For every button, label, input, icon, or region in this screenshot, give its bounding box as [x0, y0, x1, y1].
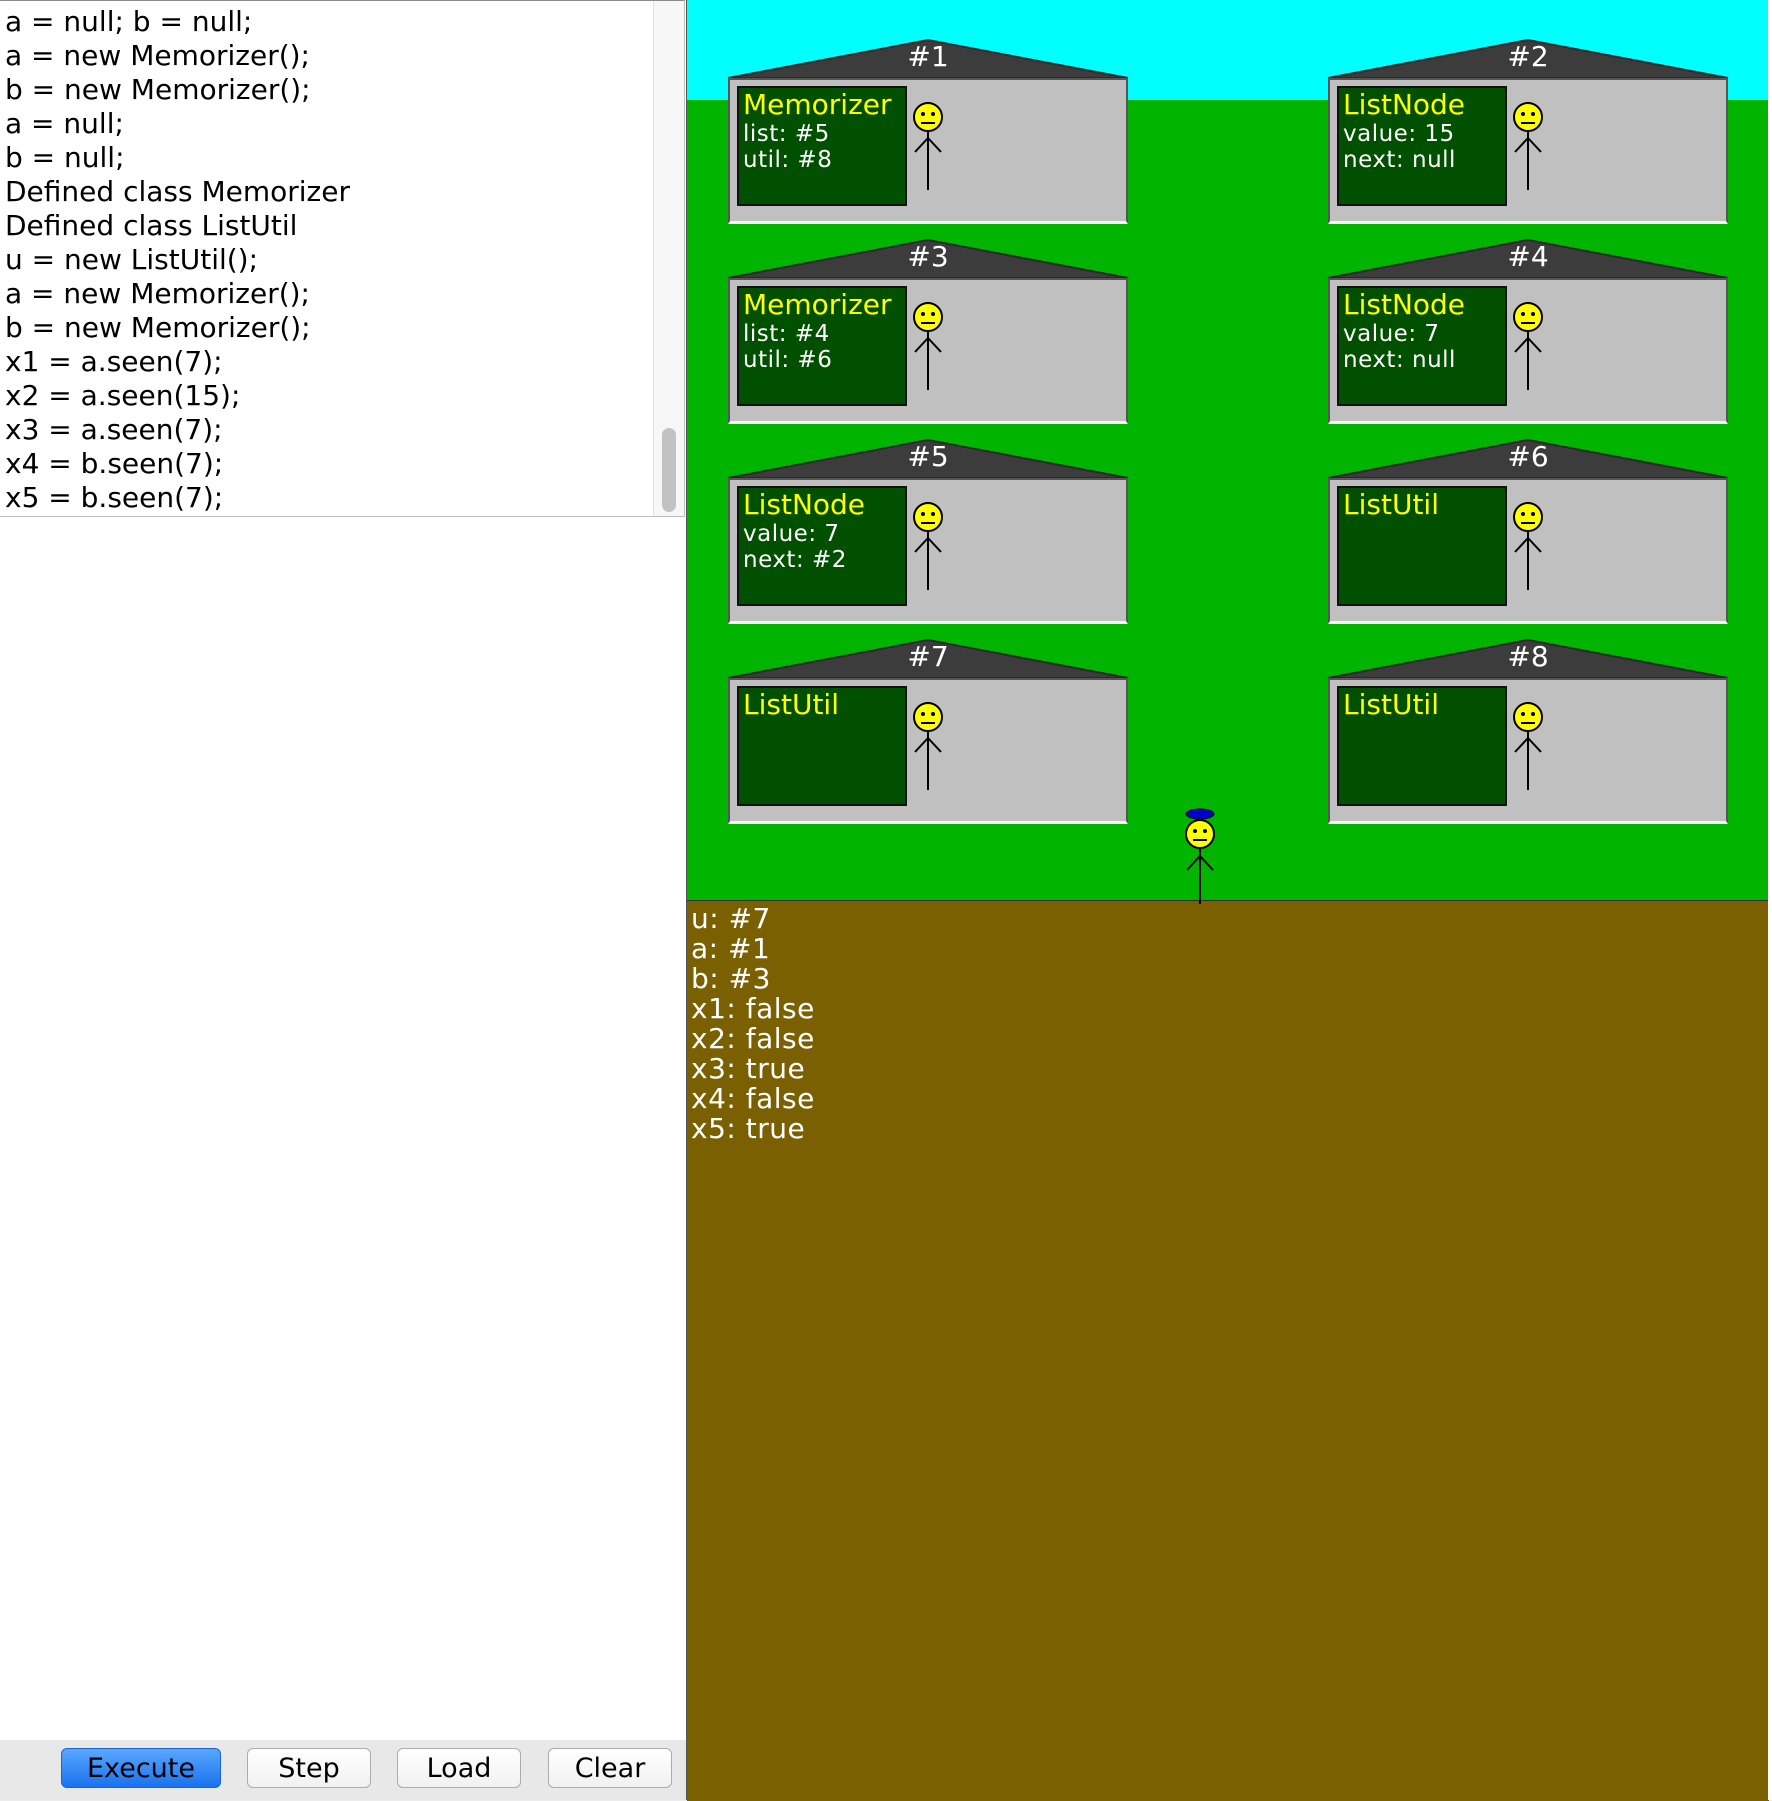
history-line: x2 = a.seen(15);: [5, 379, 241, 412]
object-field: util: #6: [743, 347, 833, 373]
object-house: #5 ListNode value: 7 next: #2: [726, 438, 1130, 628]
variable-entry: x2: false: [691, 1022, 815, 1055]
variable-entry: x5: true: [691, 1112, 806, 1145]
variable-entry: b: #3: [691, 962, 771, 995]
history-line: a = new Memorizer();: [5, 39, 310, 72]
object-class-name: Memorizer: [743, 288, 892, 321]
variable-list: u: #7 a: #1 b: #3 x1: false x2: false x3: tru…: [691, 904, 815, 1144]
variables-area: [687, 900, 1769, 1801]
object-board: ListNode value: 15 next: null: [1337, 86, 1507, 206]
load-button[interactable]: Load: [397, 1748, 521, 1788]
history-line: Defined class Memorizer: [5, 175, 350, 208]
object-class-name: ListNode: [743, 488, 866, 521]
object-board: ListUtil: [1337, 686, 1507, 806]
stick-figure-icon: [911, 100, 945, 190]
variable-entry: x3: true: [691, 1052, 806, 1085]
history-line: b = new Memorizer();: [5, 311, 311, 344]
object-field: next: null: [1343, 347, 1456, 373]
object-id-label: #2: [1507, 40, 1549, 73]
stick-figure-icon: [1511, 100, 1545, 190]
history-line: Defined class ListUtil: [5, 209, 298, 242]
object-field: list: #5: [743, 121, 830, 147]
object-board: Memorizer list: #4 util: #6: [737, 286, 907, 406]
object-class-name: ListUtil: [1343, 688, 1439, 721]
object-id-label: #5: [907, 440, 949, 473]
object-world: u: #7 a: #1 b: #3 x1: false x2: false x3: tru…: [686, 0, 1769, 1801]
object-field: next: null: [1343, 147, 1456, 173]
stick-figure-icon: [911, 500, 945, 590]
history-line: b = new Memorizer();: [5, 73, 311, 106]
object-house: #4 ListNode value: 7 next: null: [1326, 238, 1730, 428]
object-class-name: Memorizer: [743, 88, 892, 121]
execute-button[interactable]: Execute: [61, 1748, 221, 1788]
object-house: #1 Memorizer list: #5 util: #8: [726, 38, 1130, 228]
button-bar: Execute Step Load Clear: [0, 1740, 686, 1800]
object-field: value: 15: [1343, 121, 1455, 147]
object-id-label: #3: [907, 240, 949, 273]
left-panel: a = null; b = null; a = new Memorizer(); b…: [0, 0, 686, 1800]
object-board: ListUtil: [1337, 486, 1507, 606]
variable-entry: x1: false: [691, 992, 815, 1025]
stick-figure-icon: [911, 300, 945, 390]
object-field: value: 7: [1343, 321, 1440, 347]
history-line: x1 = a.seen(7);: [5, 345, 223, 378]
object-field: list: #4: [743, 321, 830, 347]
history-line: x4 = b.seen(7);: [5, 447, 224, 480]
agent-figure-icon: [1183, 808, 1217, 904]
variable-entry: u: #7: [691, 902, 771, 935]
object-field: next: #2: [743, 547, 847, 573]
object-id-label: #7: [907, 640, 949, 673]
stick-figure-icon: [1511, 700, 1545, 790]
variable-entry: x4: false: [691, 1082, 815, 1115]
object-id-label: #1: [907, 40, 949, 73]
object-class-name: ListUtil: [743, 688, 839, 721]
scrollbar-thumb[interactable]: [662, 428, 676, 512]
stick-figure-icon: [1511, 500, 1545, 590]
history-pane[interactable]: a = null; b = null; a = new Memorizer(); b…: [0, 0, 685, 517]
history-scrollbar[interactable]: [653, 1, 684, 516]
history-line: a = new Memorizer();: [5, 277, 310, 310]
object-class-name: ListNode: [1343, 88, 1466, 121]
history-line: u = new ListUtil();: [5, 243, 259, 276]
stick-figure-icon: [911, 700, 945, 790]
history-line: a = null;: [5, 107, 124, 140]
object-id-label: #4: [1507, 240, 1549, 273]
history-list: a = null; b = null; a = new Memorizer(); b…: [5, 5, 350, 515]
object-house: #7 ListUtil: [726, 638, 1130, 828]
object-class-name: ListUtil: [1343, 488, 1439, 521]
history-line: x3 = a.seen(7);: [5, 413, 223, 446]
object-house: #3 Memorizer list: #4 util: #6: [726, 238, 1130, 428]
history-line: b = null;: [5, 141, 125, 174]
history-line: a = null; b = null;: [5, 5, 253, 38]
code-editor[interactable]: [0, 517, 686, 1737]
object-field: util: #8: [743, 147, 833, 173]
object-house: #6 ListUtil: [1326, 438, 1730, 628]
clear-button[interactable]: Clear: [548, 1748, 672, 1788]
variable-entry: a: #1: [691, 932, 771, 965]
object-id-label: #6: [1507, 440, 1549, 473]
object-field: value: 7: [743, 521, 840, 547]
object-class-name: ListNode: [1343, 288, 1466, 321]
object-house: #2 ListNode value: 15 next: null: [1326, 38, 1730, 228]
object-id-label: #8: [1507, 640, 1549, 673]
window-edge: [1768, 0, 1772, 1800]
object-board: ListUtil: [737, 686, 907, 806]
object-board: ListNode value: 7 next: #2: [737, 486, 907, 606]
object-board: ListNode value: 7 next: null: [1337, 286, 1507, 406]
object-house: #8 ListUtil: [1326, 638, 1730, 828]
stick-figure-icon: [1511, 300, 1545, 390]
right-panel: u: #7 a: #1 b: #3 x1: false x2: false x3: tru…: [686, 0, 1772, 1801]
history-line: x5 = b.seen(7);: [5, 481, 224, 514]
object-board: Memorizer list: #5 util: #8: [737, 86, 907, 206]
step-button[interactable]: Step: [247, 1748, 371, 1788]
